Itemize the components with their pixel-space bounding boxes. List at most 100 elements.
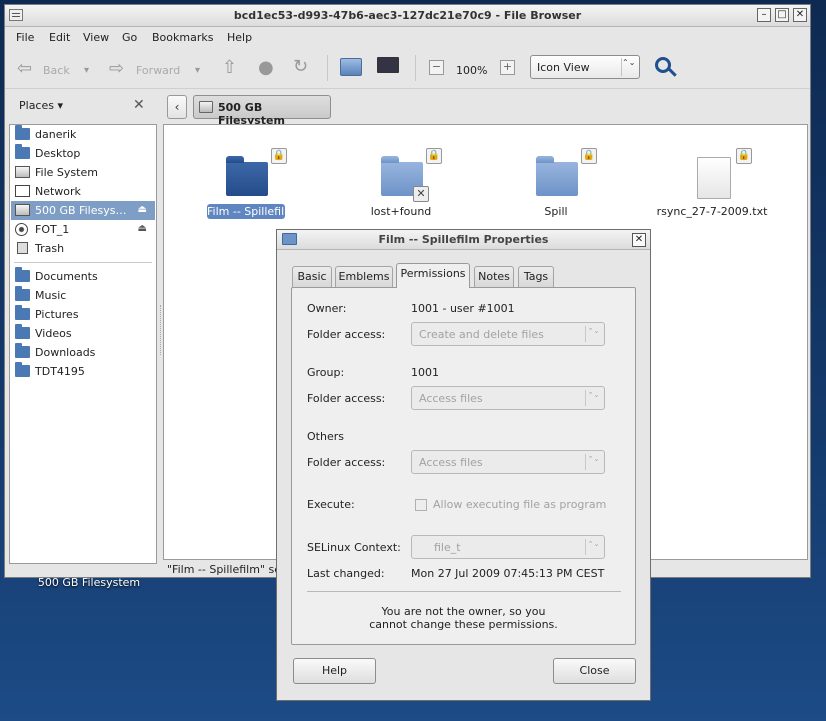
menubar: File Edit View Go Bookmarks Help xyxy=(5,27,810,47)
places-dropdown[interactable]: Places ▾ xyxy=(19,99,63,112)
execute-checkbox[interactable] xyxy=(415,499,427,511)
sidebar-item-label: Videos xyxy=(35,327,72,340)
sidebar-item-danerik[interactable]: danerik xyxy=(11,125,155,144)
group-folder-access-value: Access files xyxy=(419,392,483,405)
file-item-film-spillefilm[interactable]: 🔒 Film -- Spillefilm xyxy=(181,135,311,219)
zoom-out-button[interactable]: − xyxy=(429,60,444,75)
sidebar-item-network[interactable]: Network xyxy=(11,182,155,201)
minimize-button[interactable]: – xyxy=(757,8,771,22)
eject-icon[interactable]: ⏏ xyxy=(138,223,147,234)
others-folder-access-select[interactable]: Access files ⌃⌄ xyxy=(411,450,605,474)
menu-bookmarks[interactable]: Bookmarks xyxy=(152,31,213,44)
dialog-close-icon[interactable]: ✕ xyxy=(632,233,646,247)
sidebar-item-label: Downloads xyxy=(35,346,96,359)
desktop-icon xyxy=(15,144,30,159)
path-button[interactable]: 500 GB Filesystem xyxy=(193,95,331,127)
sidebar-item-music[interactable]: Music xyxy=(11,286,155,305)
tab-notes[interactable]: Notes xyxy=(474,266,514,287)
divider xyxy=(307,591,621,592)
chevron-updown-icon: ⌃⌄ xyxy=(621,58,635,76)
home-icon xyxy=(15,125,30,140)
location-bar: Places ▾ ✕ ‹ 500 GB Filesystem xyxy=(5,91,810,127)
close-window-button[interactable]: ✕ xyxy=(793,8,807,22)
owner-value: 1001 - user #1001 xyxy=(411,302,515,315)
eject-icon[interactable]: ⏏ xyxy=(138,204,147,215)
menu-view[interactable]: View xyxy=(83,31,109,44)
toolbar-separator xyxy=(327,55,328,81)
selinux-context-select[interactable]: file_t ⌃⌄ xyxy=(411,535,605,559)
view-mode-select[interactable]: Icon View ⌃⌄ xyxy=(530,55,640,79)
stop-icon[interactable]: ● xyxy=(258,57,274,78)
sidebar-item-label: Network xyxy=(35,185,81,198)
sidebar-divider xyxy=(14,262,152,263)
owner-folder-access-select[interactable]: Create and delete files ⌃⌄ xyxy=(411,322,605,346)
sidebar-item-label: FOT_1 xyxy=(35,223,70,236)
window-titlebar[interactable]: bcd1ec53-d993-47b6-aec3-127dc21e70c9 - F… xyxy=(5,5,810,27)
chevron-down-icon: ▾ xyxy=(57,99,64,112)
toolbar: ⇦ Back ▾ ⇨ Forward ▾ ⇧ ● ↻ − 100% + Icon… xyxy=(5,47,810,89)
reload-icon[interactable]: ↻ xyxy=(293,56,308,77)
close-button[interactable]: Close xyxy=(553,658,636,684)
folder-icon xyxy=(15,343,30,358)
help-button[interactable]: Help xyxy=(293,658,376,684)
sidebar-item-label: Music xyxy=(35,289,67,302)
sidebar-item-500gb-filesystem[interactable]: 500 GB Filesys… ⏏ xyxy=(11,201,155,220)
group-label: Group: xyxy=(307,366,345,379)
owner-label: Owner: xyxy=(307,302,347,315)
forward-button[interactable]: Forward xyxy=(136,64,180,77)
sidebar-item-label: TDT4195 xyxy=(35,365,85,378)
menu-file[interactable]: File xyxy=(16,31,34,44)
menu-go[interactable]: Go xyxy=(122,31,137,44)
sidebar-item-documents[interactable]: Documents xyxy=(11,267,155,286)
sidebar-item-fot-1[interactable]: FOT_1 ⏏ xyxy=(11,220,155,239)
maximize-button[interactable]: □ xyxy=(775,8,789,22)
up-icon[interactable]: ⇧ xyxy=(222,57,237,78)
toolbar-separator xyxy=(415,55,416,81)
places-label: Places xyxy=(19,99,54,112)
zoom-in-button[interactable]: + xyxy=(500,60,515,75)
permissions-panel: Owner: 1001 - user #1001 Folder access: … xyxy=(291,287,636,645)
close-sidebar-icon[interactable]: ✕ xyxy=(133,97,145,113)
back-button[interactable]: Back xyxy=(43,64,70,77)
dialog-title: Film -- Spillefilm Properties xyxy=(378,233,549,246)
file-item-spill[interactable]: 🔒 Spill xyxy=(491,135,621,218)
window-title: bcd1ec53-d993-47b6-aec3-127dc21e70c9 - F… xyxy=(233,9,582,22)
tab-tags[interactable]: Tags xyxy=(518,266,554,287)
sidebar-item-pictures[interactable]: Pictures xyxy=(11,305,155,324)
forward-history-chevron-icon[interactable]: ▾ xyxy=(195,65,200,76)
tab-permissions[interactable]: Permissions xyxy=(396,263,470,288)
sidebar-item-trash[interactable]: Trash xyxy=(11,239,155,258)
path-back-button[interactable]: ‹ xyxy=(167,95,187,119)
drive-icon xyxy=(15,166,30,178)
unreadable-icon: ✕ xyxy=(413,186,429,202)
back-history-chevron-icon[interactable]: ▾ xyxy=(84,65,89,76)
execute-option-label: Allow executing file as program xyxy=(433,498,607,511)
file-item-lost-found[interactable]: 🔒 ✕ lost+found xyxy=(336,135,466,218)
last-changed-label: Last changed: xyxy=(307,567,385,580)
sidebar-item-tdt4195[interactable]: TDT4195 xyxy=(11,362,155,381)
menu-edit[interactable]: Edit xyxy=(49,31,70,44)
dialog-titlebar[interactable]: Film -- Spillefilm Properties ✕ xyxy=(277,230,650,250)
sidebar-item-file-system[interactable]: File System xyxy=(11,163,155,182)
sidebar-item-label: danerik xyxy=(35,128,77,141)
network-icon xyxy=(15,185,30,197)
sidebar-item-downloads[interactable]: Downloads xyxy=(11,343,155,362)
selinux-label: SELinux Context: xyxy=(307,541,401,554)
menu-help[interactable]: Help xyxy=(227,31,252,44)
tab-emblems[interactable]: Emblems xyxy=(335,266,393,287)
computer-icon[interactable] xyxy=(377,57,399,73)
tab-basic[interactable]: Basic xyxy=(292,266,332,287)
permission-note-line-1: You are not the owner, so you xyxy=(381,605,546,618)
sidebar-item-desktop[interactable]: Desktop xyxy=(11,144,155,163)
folder-icon xyxy=(15,324,30,339)
file-item-label: rsync_27-7-2009.txt xyxy=(656,205,768,218)
group-folder-access-select[interactable]: Access files ⌃⌄ xyxy=(411,386,605,410)
lock-icon: 🔒 xyxy=(426,148,442,164)
sidebar-item-videos[interactable]: Videos xyxy=(11,324,155,343)
home-icon[interactable] xyxy=(340,58,362,76)
file-item-label: Spill xyxy=(544,205,568,218)
last-changed-value: Mon 27 Jul 2009 07:45:13 PM CEST xyxy=(411,567,605,580)
file-item-rsync-log[interactable]: 🔒 rsync_27-7-2009.txt xyxy=(646,135,778,218)
others-folder-access-value: Access files xyxy=(419,456,483,469)
folder-icon xyxy=(15,286,30,301)
